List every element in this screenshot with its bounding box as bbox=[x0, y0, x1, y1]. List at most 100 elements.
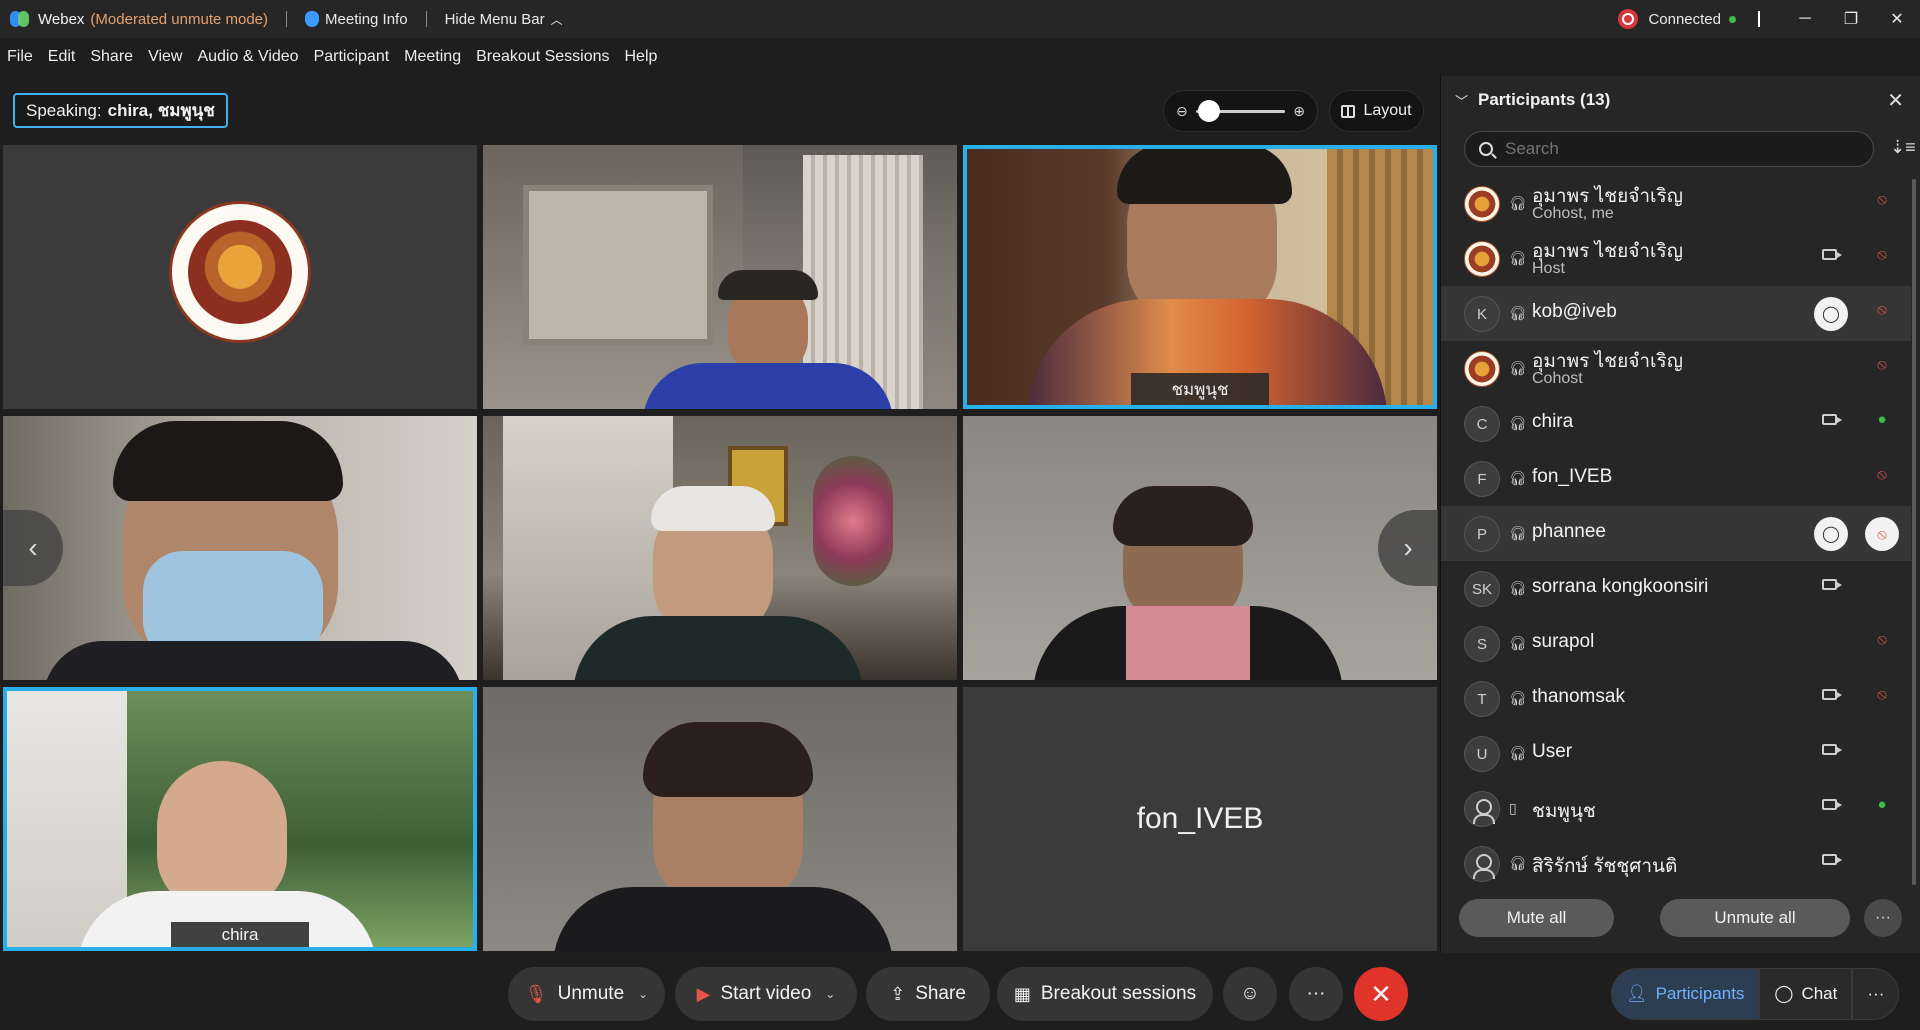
muted-mic-icon[interactable]: ⦸ bbox=[1877, 631, 1887, 649]
divider bbox=[286, 11, 288, 27]
menu-meeting[interactable]: Meeting bbox=[404, 48, 461, 66]
menu-edit[interactable]: Edit bbox=[48, 48, 76, 66]
video-tile-2[interactable] bbox=[483, 145, 957, 409]
hide-menu-bar-button[interactable]: Hide Menu Bar ︿ bbox=[445, 11, 563, 28]
recording-icon[interactable] bbox=[1618, 9, 1639, 29]
unmute-label: Unmute bbox=[557, 983, 625, 1004]
avatar: P bbox=[1464, 516, 1500, 552]
muted-mic-icon[interactable]: ⦸ bbox=[1877, 191, 1887, 209]
video-tile-logo[interactable] bbox=[3, 145, 477, 409]
minimize-button[interactable]: ─ bbox=[1782, 0, 1828, 38]
participant-suit bbox=[573, 616, 863, 680]
participant-name: ชมพูนุช bbox=[1532, 801, 1596, 822]
participant-row[interactable]: 🎧︎ สิริรักษ์ รัชชุศานติ bbox=[1441, 836, 1911, 891]
zoom-out-icon[interactable]: ⊖ bbox=[1176, 103, 1188, 120]
avatar bbox=[1464, 241, 1500, 277]
zoom-in-icon[interactable]: ⊕ bbox=[1293, 103, 1305, 120]
menu-view[interactable]: View bbox=[148, 48, 182, 66]
smiley-icon: ☺ bbox=[1240, 983, 1260, 1004]
panel-more-button[interactable]: ··· bbox=[1864, 899, 1902, 937]
breakout-sessions-button[interactable]: ▦ Breakout sessions bbox=[997, 967, 1213, 1021]
zoom-slider[interactable] bbox=[1195, 99, 1286, 122]
participant-hair bbox=[1117, 149, 1292, 204]
headset-icon: 🎧︎ bbox=[1509, 855, 1527, 871]
chevron-down-icon[interactable]: ⌄ bbox=[638, 987, 648, 1001]
layout-button[interactable]: Layout bbox=[1329, 90, 1424, 132]
zoom-control[interactable]: ⊖ ⊕ bbox=[1163, 90, 1318, 132]
participant-row[interactable]: F 🎧︎ fon_IVEB ⦸ bbox=[1441, 451, 1911, 506]
headset-icon: 🎧︎ bbox=[1509, 360, 1527, 376]
video-tile-8[interactable] bbox=[483, 687, 957, 951]
muted-mic-icon[interactable]: ⦸ bbox=[1877, 356, 1887, 374]
restore-button[interactable]: ❐ bbox=[1828, 0, 1874, 38]
menu-share[interactable]: Share bbox=[90, 48, 133, 66]
video-tile-chira[interactable]: chira bbox=[3, 687, 477, 951]
menu-participant[interactable]: Participant bbox=[314, 48, 390, 66]
muted-mic-icon[interactable]: ⦸ bbox=[1877, 301, 1887, 319]
muted-mic-icon[interactable]: ⦸ bbox=[1877, 686, 1887, 704]
search-input[interactable] bbox=[1505, 139, 1845, 159]
participant-row[interactable]: T 🎧︎ thanomsak ⦸ bbox=[1441, 671, 1911, 726]
tab-participants[interactable]: 👤︎ Participants bbox=[1611, 968, 1760, 1020]
meeting-info-button[interactable]: Meeting Info bbox=[305, 11, 408, 28]
participant-row[interactable]: ▯ ชมพูนุช ● bbox=[1441, 781, 1911, 836]
divider bbox=[425, 11, 427, 27]
video-tile-6[interactable] bbox=[963, 416, 1437, 680]
participant-row[interactable]: U 🎧︎ User bbox=[1441, 726, 1911, 781]
unmute-all-label: Unmute all bbox=[1714, 908, 1796, 927]
video-tile-active-speaker[interactable]: ชมพูนุช bbox=[963, 145, 1437, 409]
avatar: U bbox=[1464, 736, 1500, 772]
headset-icon: 🎧︎ bbox=[1509, 525, 1527, 541]
chat-bubble-icon[interactable]: ◯ bbox=[1814, 517, 1848, 551]
tabs-more-button[interactable]: ··· bbox=[1852, 968, 1900, 1020]
panel-title: Participants (13) bbox=[1478, 90, 1611, 109]
chevron-down-icon[interactable]: ﹀ bbox=[1455, 91, 1468, 110]
chat-icon: ◯ bbox=[1774, 984, 1794, 1003]
video-tile-5[interactable] bbox=[483, 416, 957, 680]
zoom-slider-knob[interactable] bbox=[1197, 99, 1220, 122]
unmute-button[interactable]: 🎙 Unmute ⌄ bbox=[508, 967, 665, 1021]
participant-row[interactable]: S 🎧︎ surapol ⦸ bbox=[1441, 616, 1911, 671]
reactions-button[interactable]: ☺ bbox=[1223, 967, 1277, 1021]
participant-row[interactable]: K 🎧︎ kob@iveb ◯ ⦸ bbox=[1441, 286, 1911, 341]
avatar: F bbox=[1464, 461, 1500, 497]
mute-all-label: Mute all bbox=[1506, 908, 1567, 927]
menu-breakout-sessions[interactable]: Breakout Sessions bbox=[476, 48, 609, 66]
share-button[interactable]: ⇪ Share bbox=[866, 967, 990, 1021]
participant-row[interactable]: 🎧︎ อุมาพร ไชยจำเริญ Cohost, me ⦸ bbox=[1441, 176, 1911, 231]
video-feed bbox=[483, 416, 957, 680]
mute-all-button[interactable]: Mute all bbox=[1459, 899, 1614, 937]
participant-row[interactable]: P 🎧︎ phannee ◯ ⦸ bbox=[1441, 506, 1911, 561]
menu-file[interactable]: File bbox=[7, 48, 33, 66]
chat-bubble-icon[interactable]: ◯ bbox=[1814, 297, 1848, 331]
unmute-all-button[interactable]: Unmute all bbox=[1660, 899, 1850, 937]
menu-help[interactable]: Help bbox=[625, 48, 658, 66]
close-panel-icon[interactable]: ✕ bbox=[1887, 88, 1904, 113]
leave-meeting-button[interactable]: ✕ bbox=[1354, 967, 1408, 1021]
video-tile-4[interactable] bbox=[3, 416, 477, 680]
menu-audio-video[interactable]: Audio & Video bbox=[197, 48, 298, 66]
participant-row[interactable]: C 🎧︎ chira ● bbox=[1441, 396, 1911, 451]
participant-row[interactable]: SK 🎧︎ sorrana kongkoonsiri bbox=[1441, 561, 1911, 616]
muted-mic-icon[interactable]: ⦸ bbox=[1865, 517, 1899, 551]
chevron-down-icon[interactable]: ⌄ bbox=[825, 987, 835, 1001]
muted-mic-icon[interactable]: ⦸ bbox=[1877, 246, 1887, 264]
video-tile-fon-iveb[interactable]: fon_IVEB bbox=[963, 687, 1437, 951]
flowers bbox=[813, 456, 893, 586]
headset-icon: 🎧︎ bbox=[1509, 305, 1527, 321]
tab-chat[interactable]: ◯ Chat bbox=[1759, 968, 1853, 1020]
video-feed bbox=[7, 691, 473, 947]
muted-mic-icon[interactable]: ⦸ bbox=[1877, 466, 1887, 484]
avatar bbox=[1464, 186, 1500, 222]
sort-icon[interactable]: ⇣≡ bbox=[1890, 137, 1916, 158]
participant-row[interactable]: 🎧︎ อุมาพร ไชยจำเริญ Cohost ⦸ bbox=[1441, 341, 1911, 396]
active-mic-icon[interactable]: ● bbox=[1877, 411, 1887, 429]
headset-icon: 🎧︎ bbox=[1509, 470, 1527, 486]
active-mic-icon[interactable]: ● bbox=[1877, 796, 1887, 814]
participant-row[interactable]: 🎧︎ อุมาพร ไชยจำเริญ Host ⦸ bbox=[1441, 231, 1911, 286]
participant-search[interactable] bbox=[1464, 131, 1874, 167]
more-options-button[interactable]: ··· bbox=[1289, 967, 1343, 1021]
close-window-button[interactable]: ✕ bbox=[1874, 0, 1920, 38]
participant-list-scrollbar[interactable] bbox=[1912, 179, 1916, 885]
start-video-button[interactable]: ▶ Start video ⌄ bbox=[675, 967, 857, 1021]
